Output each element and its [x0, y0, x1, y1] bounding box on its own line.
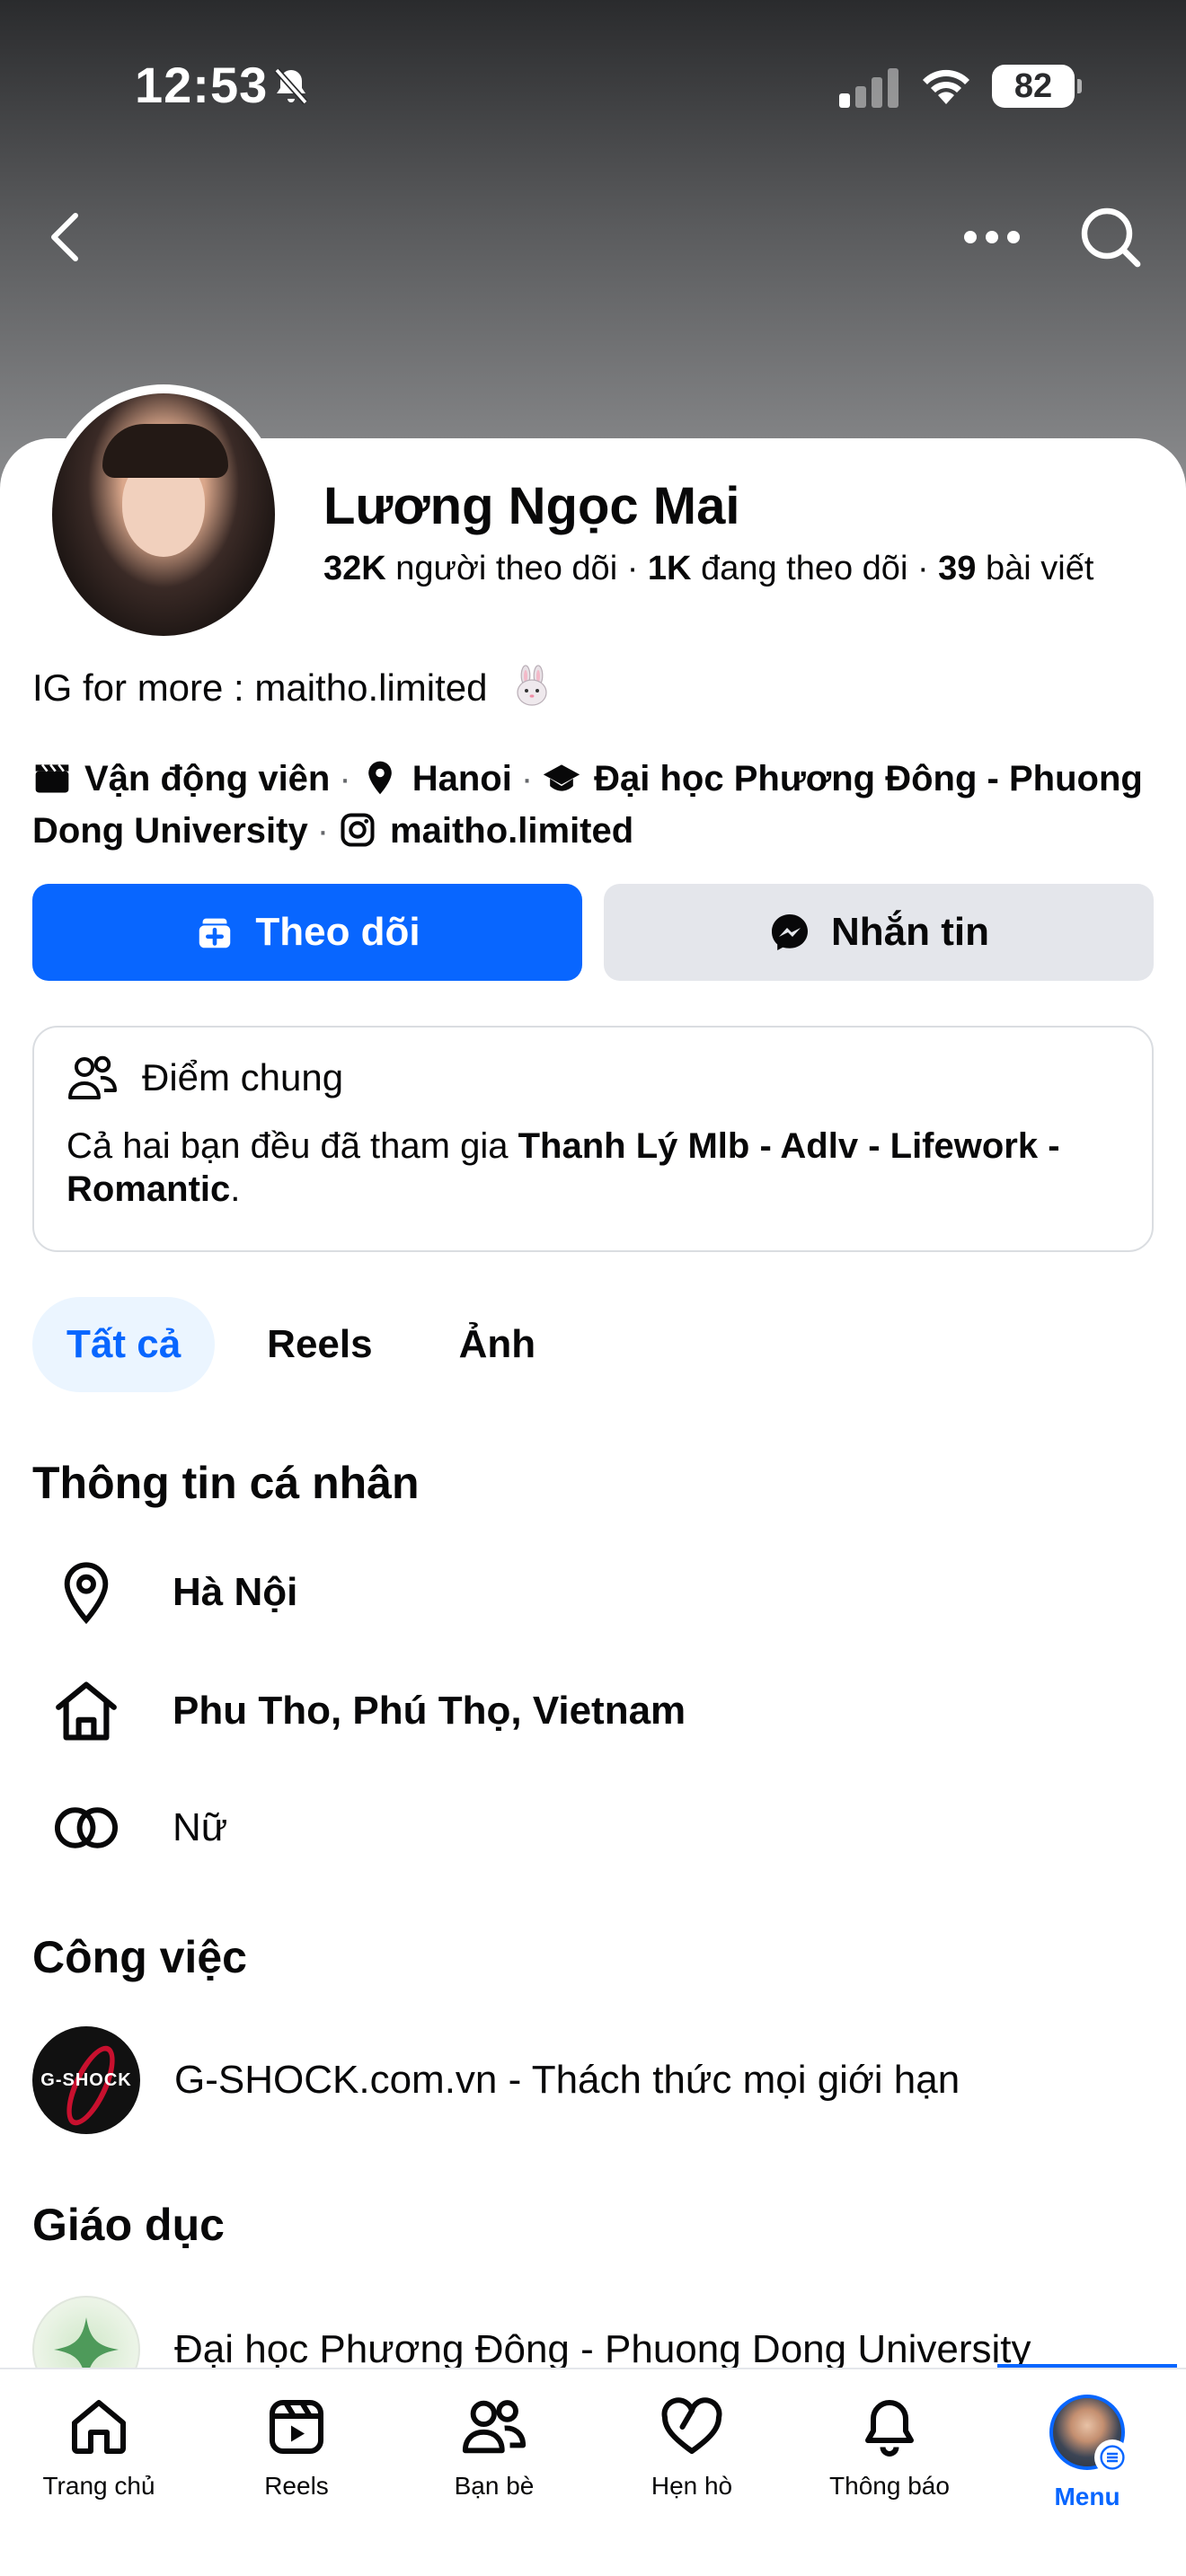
- current-city: Hà Nội: [173, 1570, 298, 1614]
- mutual-title: Điểm chung: [142, 1056, 344, 1098]
- nav-reels[interactable]: Reels: [198, 2369, 395, 2576]
- rabbit-emoji-icon: [517, 665, 547, 706]
- gshock-logo-text: G-SHOCK: [40, 2069, 132, 2090]
- posts-count: 39: [938, 550, 977, 587]
- detail-instagram[interactable]: maitho.limited: [390, 811, 633, 851]
- education-school[interactable]: Đại học Phương Đông - Phuong Dong Univer…: [174, 2327, 1031, 2372]
- location-pin-outline-icon: [64, 1562, 109, 1625]
- people-icon: [68, 1055, 117, 1099]
- work-company[interactable]: G-SHOCK.com.vn - Thách thức mọi giới hạn: [174, 2058, 960, 2103]
- profile-details: Vận động viên · Hanoi · Đại học Phương Đôn…: [32, 759, 1143, 851]
- bell-slash-icon: [274, 67, 308, 105]
- more-dots-icon: [964, 231, 1020, 243]
- nav-notifications[interactable]: Thông báo: [791, 2369, 988, 2576]
- nav-menu-label: Menu: [1054, 2483, 1120, 2510]
- battery-indicator: 82: [992, 65, 1082, 108]
- follow-button-label: Theo dõi: [255, 910, 420, 954]
- nav-friends-label: Bạn bè: [454, 2472, 535, 2500]
- profile-picture[interactable]: [43, 384, 284, 645]
- following-label[interactable]: đang theo dõi: [701, 550, 907, 587]
- info-row-current-city: Hà Nội: [32, 1552, 1155, 1633]
- home-icon: [72, 2400, 126, 2454]
- nav-menu[interactable]: Menu: [988, 2369, 1186, 2576]
- mutual-text: Cả hai bạn đều đã tham gia Thanh Lý Mlb …: [66, 1125, 1120, 1211]
- mutual-text-prefix: Cả hai bạn đều đã tham gia: [66, 1126, 509, 1166]
- followers-count[interactable]: 32K: [323, 550, 386, 587]
- gshock-logo: G-SHOCK: [32, 2026, 140, 2134]
- nav-reels-label: Reels: [264, 2472, 329, 2500]
- instagram-icon: [341, 813, 375, 847]
- info-row-gender: Nữ: [32, 1787, 1155, 1868]
- tab-photos[interactable]: Ảnh: [425, 1297, 571, 1392]
- messenger-icon: [772, 914, 808, 950]
- work-row[interactable]: G-SHOCK G-SHOCK.com.vn - Thách thức mọi …: [32, 2026, 1155, 2134]
- message-button-label: Nhắn tin: [831, 910, 989, 954]
- detail-city: Hanoi: [412, 759, 512, 798]
- nav-notifications-label: Thông báo: [829, 2472, 950, 2500]
- search-button[interactable]: [1073, 199, 1148, 275]
- dating-heart-icon: [661, 2397, 722, 2454]
- info-row-hometown: Phu Tho, Phú Thọ, Vietnam: [32, 1671, 1155, 1751]
- nav-friends[interactable]: Bạn bè: [395, 2369, 593, 2576]
- follow-button[interactable]: Theo dõi: [32, 884, 582, 981]
- hometown: Phu Tho, Phú Thọ, Vietnam: [173, 1689, 686, 1733]
- mutual-text-suffix: .: [230, 1169, 241, 1209]
- profile-name: Lương Ngọc Mai: [323, 477, 740, 535]
- gender: Nữ: [173, 1805, 228, 1849]
- status-time: 12:53: [135, 57, 269, 113]
- menu-lines-icon: [1094, 2439, 1130, 2475]
- tab-all[interactable]: Tất cả: [32, 1297, 216, 1392]
- personal-info-title: Thông tin cá nhân: [32, 1458, 420, 1508]
- profile-stats: 32K người theo dõi · 1K đang theo dõi · …: [323, 550, 1094, 587]
- detail-occupation: Vận động viên: [84, 759, 331, 798]
- nav-home-label: Trang chủ: [42, 2472, 155, 2500]
- cellular-signal-icon: [839, 68, 898, 108]
- menu-avatar: [1049, 2395, 1130, 2475]
- posts-label: bài viết: [986, 550, 1094, 587]
- bio-text: IG for more : maitho.limited: [32, 666, 488, 709]
- nav-dating[interactable]: Hẹn hò: [593, 2369, 791, 2576]
- bell-icon: [865, 2400, 914, 2457]
- status-bar: 12:53 82: [0, 0, 1186, 171]
- following-count[interactable]: 1K: [648, 550, 692, 587]
- wifi-icon: [923, 69, 969, 104]
- followers-label[interactable]: người theo dõi: [395, 550, 617, 587]
- profile-avatar-image: [52, 393, 275, 636]
- reels-icon: [270, 2400, 323, 2454]
- friends-icon: [462, 2400, 527, 2454]
- location-pin-icon: [367, 761, 392, 795]
- mutual-card-title-row: Điểm chung: [66, 1054, 1120, 1101]
- profile-bio: IG for more : maitho.limited: [32, 665, 553, 710]
- tab-reels[interactable]: Reels: [233, 1297, 406, 1392]
- work-title: Công việc: [32, 1932, 247, 1982]
- mutual-card[interactable]: Điểm chung Cả hai bạn đều đã tham gia Th…: [32, 1026, 1154, 1252]
- education-title: Giáo dục: [32, 2200, 225, 2250]
- gender-rings-icon: [54, 1807, 119, 1848]
- more-options-button[interactable]: [954, 199, 1030, 275]
- search-icon: [1081, 207, 1141, 268]
- nav-dating-label: Hẹn hò: [651, 2472, 733, 2500]
- clapperboard-icon: [35, 763, 69, 793]
- follow-plus-icon: [199, 918, 231, 948]
- back-button[interactable]: [27, 199, 102, 275]
- chevron-left-icon: [51, 213, 78, 261]
- message-button[interactable]: Nhắn tin: [604, 884, 1154, 981]
- bottom-navigation: Trang chủ Reels Bạn bè Hẹn hò Thông báo: [0, 2368, 1186, 2576]
- profile-tabs: Tất cả Reels Ảnh: [32, 1297, 588, 1392]
- home-outline-icon: [56, 1681, 117, 1741]
- graduation-cap-icon: [543, 764, 580, 791]
- nav-home[interactable]: Trang chủ: [0, 2369, 198, 2576]
